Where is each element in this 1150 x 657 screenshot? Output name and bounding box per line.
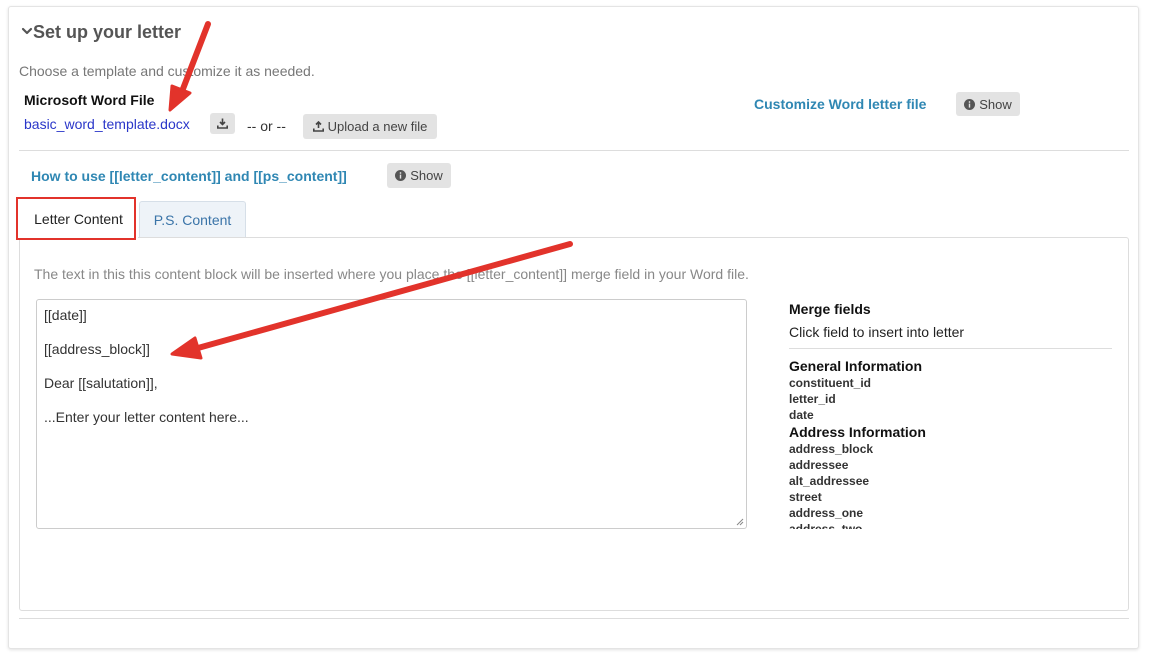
editor-line: [[address_block]] — [44, 341, 150, 357]
merge-divider — [789, 348, 1112, 349]
show-label: Show — [410, 168, 443, 183]
merge-field-item[interactable]: date — [789, 407, 1119, 423]
customize-word-file-link[interactable]: Customize Word letter file — [754, 96, 926, 112]
merge-fields-list[interactable]: General Information constituent_id lette… — [789, 357, 1119, 529]
howto-show-button[interactable]: Show — [387, 163, 451, 188]
customize-show-button[interactable]: Show — [956, 92, 1020, 116]
upload-button-label: Upload a new file — [327, 119, 428, 134]
show-label: Show — [979, 96, 1012, 112]
or-separator: -- or -- — [247, 118, 286, 134]
divider — [19, 150, 1129, 151]
merge-field-item[interactable]: alt_addressee — [789, 473, 1119, 489]
template-file-link[interactable]: basic_word_template.docx — [24, 116, 190, 132]
section-title[interactable]: Set up your letter — [33, 22, 181, 43]
panel-description: The text in this this content block will… — [34, 266, 749, 282]
editor-line: Dear [[salutation]], — [44, 375, 158, 391]
word-file-label: Microsoft Word File — [24, 92, 155, 108]
merge-fields-hint: Click field to insert into letter — [789, 324, 965, 340]
merge-field-item[interactable]: addressee — [789, 457, 1119, 473]
tab-letter-content[interactable]: Letter Content — [19, 199, 138, 238]
upload-new-file-button[interactable]: Upload a new file — [303, 114, 437, 139]
resize-grip-icon[interactable] — [736, 518, 744, 526]
merge-group-general: General Information constituent_id lette… — [789, 357, 1119, 423]
merge-group-address: Address Information address_block addres… — [789, 423, 1119, 529]
editor-line: ...Enter your letter content here... — [44, 409, 249, 425]
info-icon — [964, 98, 976, 110]
download-button[interactable] — [210, 113, 235, 134]
merge-group-title: Address Information — [789, 424, 926, 440]
tab-ps-content[interactable]: P.S. Content — [139, 201, 246, 237]
letter-content-editor[interactable]: [[date]] [[address_block]] Dear [[saluta… — [36, 299, 747, 529]
merge-group-title: General Information — [789, 358, 923, 374]
bottom-divider — [19, 618, 1129, 619]
info-icon — [395, 170, 407, 181]
editor-line: [[date]] — [44, 307, 87, 323]
merge-field-item[interactable]: address_block — [789, 441, 1119, 457]
merge-field-item[interactable]: address_one — [789, 505, 1119, 521]
chevron-down-icon[interactable] — [20, 24, 34, 38]
upload-icon — [312, 121, 324, 132]
merge-field-item[interactable]: constituent_id — [789, 375, 1119, 391]
merge-field-item[interactable]: address_two — [789, 521, 1119, 529]
download-icon — [217, 118, 228, 129]
merge-fields-title: Merge fields — [789, 301, 871, 317]
merge-field-item[interactable]: street — [789, 489, 1119, 505]
intro-text: Choose a template and customize it as ne… — [19, 63, 315, 79]
howto-merge-link[interactable]: How to use [[letter_content]] and [[ps_c… — [31, 168, 347, 184]
merge-field-item[interactable]: letter_id — [789, 391, 1119, 407]
